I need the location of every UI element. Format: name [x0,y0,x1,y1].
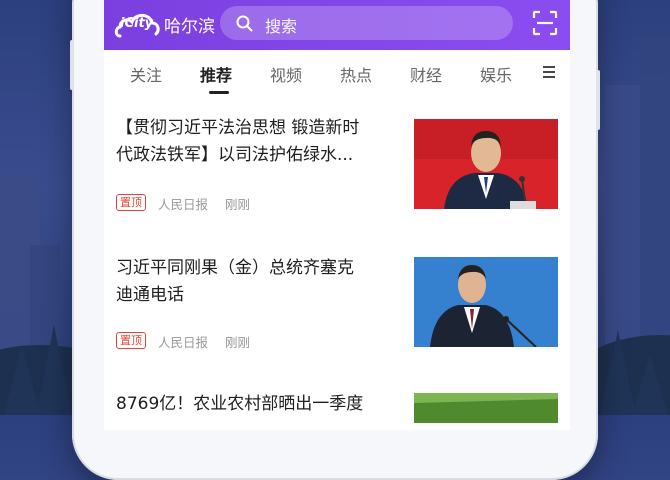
tree [36,325,72,415]
search-placeholder[interactable]: 搜索 [265,13,297,37]
speaker-photo [414,257,558,347]
tree [600,330,636,415]
city-name[interactable]: 哈尔滨 [164,12,215,37]
top-bar: iCity 哈尔滨 搜索 [104,0,570,50]
news-source[interactable]: 人民日报 [158,194,208,213]
pinned-badge: 置顶 [116,332,146,349]
scan-icon[interactable] [532,10,558,36]
tab-entertainment[interactable]: 娱乐 [480,62,512,86]
tab-recommend[interactable]: 推荐 [200,62,232,86]
menu-icon[interactable] [541,64,557,80]
news-title[interactable]: 【贯彻习近平法治思想 锻造新时 代政法铁军】以司法护佑绿水... [116,115,396,169]
tab-finance[interactable]: 财经 [410,62,442,86]
logo-text: iCity [120,16,154,31]
news-time: 刚刚 [225,335,251,350]
news-title-line: 8769亿！农业农村部晒出一季度 [116,394,364,414]
tab-video[interactable]: 视频 [270,62,302,86]
news-title[interactable]: 习近平同刚果（金）总统齐塞克 迪通电话 [116,255,396,309]
phone-power-button [596,70,600,130]
speaker-photo [414,119,558,209]
tree [4,345,40,415]
news-title[interactable]: 8769亿！农业农村部晒出一季度 [116,391,396,418]
news-thumbnail[interactable] [414,119,558,209]
app-screen: iCity 哈尔滨 搜索 关注 推荐 视频 热点 财经 娱乐 【贯彻习近平法治思… [104,0,570,430]
tab-follow[interactable]: 关注 [130,62,162,86]
tab-hot[interactable]: 热点 [340,62,372,86]
news-thumbnail[interactable] [414,393,558,423]
news-title-line: 迪通电话 [116,285,184,305]
news-source[interactable]: 人民日报 [158,332,208,351]
news-item[interactable]: 习近平同刚果（金）总统齐塞克 迪通电话 置顶 人民日报 刚刚 [104,253,570,363]
news-item[interactable]: 8769亿！农业农村部晒出一季度 [104,393,570,430]
news-title-line: 习近平同刚果（金）总统齐塞克 [116,258,354,278]
news-thumbnail[interactable] [414,257,558,347]
channel-tabs: 关注 推荐 视频 热点 财经 娱乐 [104,50,570,96]
active-tab-indicator [209,91,229,94]
news-title-line: 代政法铁军】以司法护佑绿水... [116,145,354,165]
tree [632,355,668,415]
news-time: 刚刚 [225,197,251,212]
phone-volume-button [70,40,74,90]
news-title-line: 【贯彻习近平法治思想 锻造新时 [116,118,360,138]
search-icon [236,15,253,32]
news-item[interactable]: 【贯彻习近平法治思想 锻造新时 代政法铁军】以司法护佑绿水... 置顶 人民日报… [104,113,570,223]
pinned-badge: 置顶 [116,194,146,211]
field-photo [414,393,558,423]
search-bar[interactable]: 搜索 [220,6,513,40]
